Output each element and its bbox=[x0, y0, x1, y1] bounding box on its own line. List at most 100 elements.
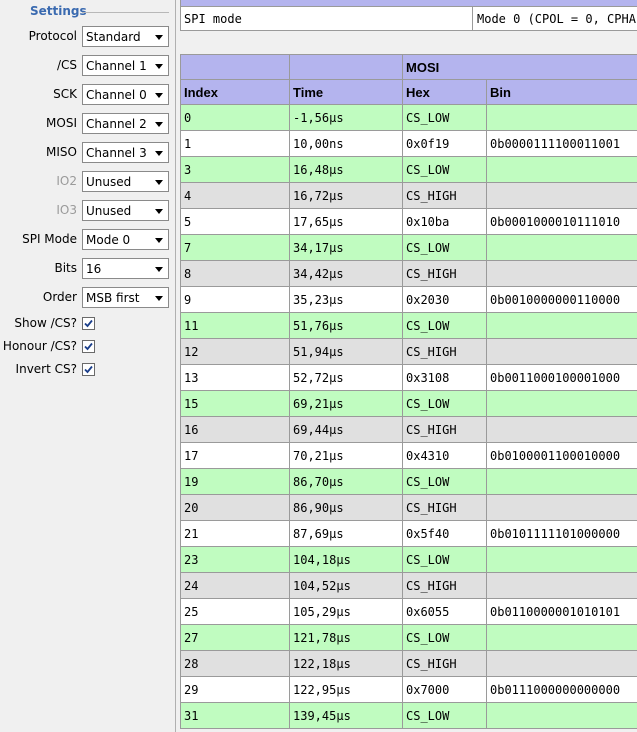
order-row: Order MSB first bbox=[0, 287, 174, 309]
io2-channel-select[interactable]: Unused bbox=[82, 171, 169, 192]
column-header-row: Index Time Hex Bin bbox=[180, 79, 637, 105]
column-header-hex[interactable]: Hex bbox=[402, 79, 487, 105]
column-header-index[interactable]: Index bbox=[180, 79, 290, 105]
cell-index: 31 bbox=[180, 702, 290, 729]
cell-bin bbox=[485, 494, 637, 521]
miso-channel-select[interactable]: Channel 3 bbox=[82, 142, 169, 163]
cell-bin bbox=[485, 650, 637, 677]
table-row[interactable]: 15 69,21µs CS_LOW bbox=[180, 390, 637, 417]
cell-bin: 0b0101111101000000 bbox=[485, 520, 637, 547]
bit-order-select[interactable]: MSB first bbox=[82, 287, 169, 308]
table-row[interactable]: 7 34,17µs CS_LOW bbox=[180, 234, 637, 261]
cell-time: 86,90µs bbox=[289, 494, 403, 521]
spi-mode-select[interactable]: Mode 0 bbox=[82, 229, 169, 250]
table-row[interactable]: 13 52,72µs 0x3108 0b0011000100001000 bbox=[180, 364, 637, 391]
table-row[interactable]: 19 86,70µs CS_LOW bbox=[180, 468, 637, 495]
table-row[interactable]: 12 51,94µs CS_HIGH bbox=[180, 338, 637, 365]
honour-cs-checkbox[interactable] bbox=[82, 340, 95, 353]
cell-time: -1,56µs bbox=[289, 104, 403, 131]
group-header-row: MOSI bbox=[180, 54, 637, 80]
cell-bin bbox=[485, 234, 637, 261]
cell-time: 139,45µs bbox=[289, 702, 403, 729]
sck-channel-select[interactable]: Channel 0 bbox=[82, 84, 169, 105]
group-header-blank bbox=[180, 54, 290, 80]
cell-hex: 0x10ba bbox=[402, 208, 487, 235]
cell-index: 3 bbox=[180, 156, 290, 183]
table-row[interactable]: 11 51,76µs CS_LOW bbox=[180, 312, 637, 339]
io3-row: IO3 Unused bbox=[0, 200, 174, 222]
io3-channel-select[interactable]: Unused bbox=[82, 200, 169, 221]
cell-bin bbox=[485, 104, 637, 131]
invert-cs-checkbox[interactable] bbox=[82, 363, 95, 376]
config-key: SPI mode bbox=[184, 12, 242, 26]
cell-time: 87,69µs bbox=[289, 520, 403, 547]
table-row[interactable]: 1 10,00ns 0x0f19 0b0000111100011001 bbox=[180, 130, 637, 157]
cs-label: /CS bbox=[56, 58, 77, 72]
mosi-row: MOSI Channel 2 bbox=[0, 113, 174, 135]
config-table: SPI mode Mode 0 (CPOL = 0, CPHA = 0) bbox=[180, 6, 637, 31]
cell-index: 29 bbox=[180, 676, 290, 703]
bits-select[interactable]: 16 bbox=[82, 258, 169, 279]
table-row[interactable]: 31 139,45µs CS_LOW bbox=[180, 702, 637, 729]
mosi-label: MOSI bbox=[46, 116, 77, 130]
table-row[interactable]: 9 35,23µs 0x2030 0b0010000000110000 bbox=[180, 286, 637, 313]
cell-time: 16,48µs bbox=[289, 156, 403, 183]
column-header-time[interactable]: Time bbox=[289, 79, 403, 105]
spi-mode-row: SPI Mode Mode 0 bbox=[0, 229, 174, 251]
order-value: MSB first bbox=[86, 291, 140, 305]
table-row[interactable]: 8 34,42µs CS_HIGH bbox=[180, 260, 637, 287]
cell-hex: 0x7000 bbox=[402, 676, 487, 703]
mosi-channel-select[interactable]: Channel 2 bbox=[82, 113, 169, 134]
invert-cs-row: Invert CS? bbox=[0, 361, 174, 379]
table-row[interactable]: 27 121,78µs CS_LOW bbox=[180, 624, 637, 651]
table-row[interactable]: 0 -1,56µs CS_LOW bbox=[180, 104, 637, 131]
cell-index: 4 bbox=[180, 182, 290, 209]
bits-value: 16 bbox=[86, 262, 102, 276]
show-cs-label: Show /CS? bbox=[14, 316, 77, 330]
table-row[interactable]: 5 17,65µs 0x10ba 0b0001000010111010 bbox=[180, 208, 637, 235]
table-row[interactable]: 20 86,90µs CS_HIGH bbox=[180, 494, 637, 521]
column-header-bin[interactable]: Bin bbox=[485, 79, 637, 105]
cell-time: 86,70µs bbox=[289, 468, 403, 495]
spi-mode-value: Mode 0 bbox=[86, 233, 131, 247]
cell-index: 17 bbox=[180, 442, 290, 469]
table-row[interactable]: 28 122,18µs CS_HIGH bbox=[180, 650, 637, 677]
io3-label: IO3 bbox=[56, 203, 77, 217]
cell-bin bbox=[485, 546, 637, 573]
cell-hex: 0x0f19 bbox=[402, 130, 487, 157]
cell-index: 12 bbox=[180, 338, 290, 365]
cell-time: 70,21µs bbox=[289, 442, 403, 469]
dropdown-arrow-icon bbox=[155, 122, 163, 127]
cell-bin: 0b0001000010111010 bbox=[485, 208, 637, 235]
cell-bin bbox=[485, 468, 637, 495]
cell-hex: 0x5f40 bbox=[402, 520, 487, 547]
protocol-select[interactable]: Standard bbox=[82, 26, 169, 47]
table-row[interactable]: 23 104,18µs CS_LOW bbox=[180, 546, 637, 573]
show-cs-checkbox[interactable] bbox=[82, 317, 95, 330]
table-row[interactable]: 25 105,29µs 0x6055 0b0110000001010101 bbox=[180, 598, 637, 625]
cell-hex: CS_HIGH bbox=[402, 260, 487, 287]
table-row[interactable]: 17 70,21µs 0x4310 0b0100001100010000 bbox=[180, 442, 637, 469]
cell-bin: 0b0011000100001000 bbox=[485, 364, 637, 391]
spi-mode-label: SPI Mode bbox=[22, 232, 77, 246]
io2-row: IO2 Unused bbox=[0, 171, 174, 193]
table-row[interactable]: 3 16,48µs CS_LOW bbox=[180, 156, 637, 183]
dropdown-arrow-icon bbox=[155, 151, 163, 156]
cs-channel-select[interactable]: Channel 1 bbox=[82, 55, 169, 76]
table-row[interactable]: 16 69,44µs CS_HIGH bbox=[180, 416, 637, 443]
table-row[interactable]: 21 87,69µs 0x5f40 0b0101111101000000 bbox=[180, 520, 637, 547]
settings-title: Settings bbox=[30, 4, 87, 18]
miso-label: MISO bbox=[46, 145, 77, 159]
table-row[interactable]: 29 122,95µs 0x7000 0b0111000000000000 bbox=[180, 676, 637, 703]
results-pane: SPI mode Mode 0 (CPOL = 0, CPHA = 0) MOS… bbox=[175, 0, 637, 732]
cell-time: 122,95µs bbox=[289, 676, 403, 703]
table-row[interactable]: 24 104,52µs CS_HIGH bbox=[180, 572, 637, 599]
cell-bin: 0b0000111100011001 bbox=[485, 130, 637, 157]
cell-bin bbox=[485, 702, 637, 729]
table-row[interactable]: 4 16,72µs CS_HIGH bbox=[180, 182, 637, 209]
sck-value: Channel 0 bbox=[86, 88, 147, 102]
cell-bin bbox=[485, 572, 637, 599]
group-header-blank bbox=[289, 54, 403, 80]
cell-time: 121,78µs bbox=[289, 624, 403, 651]
cell-index: 23 bbox=[180, 546, 290, 573]
